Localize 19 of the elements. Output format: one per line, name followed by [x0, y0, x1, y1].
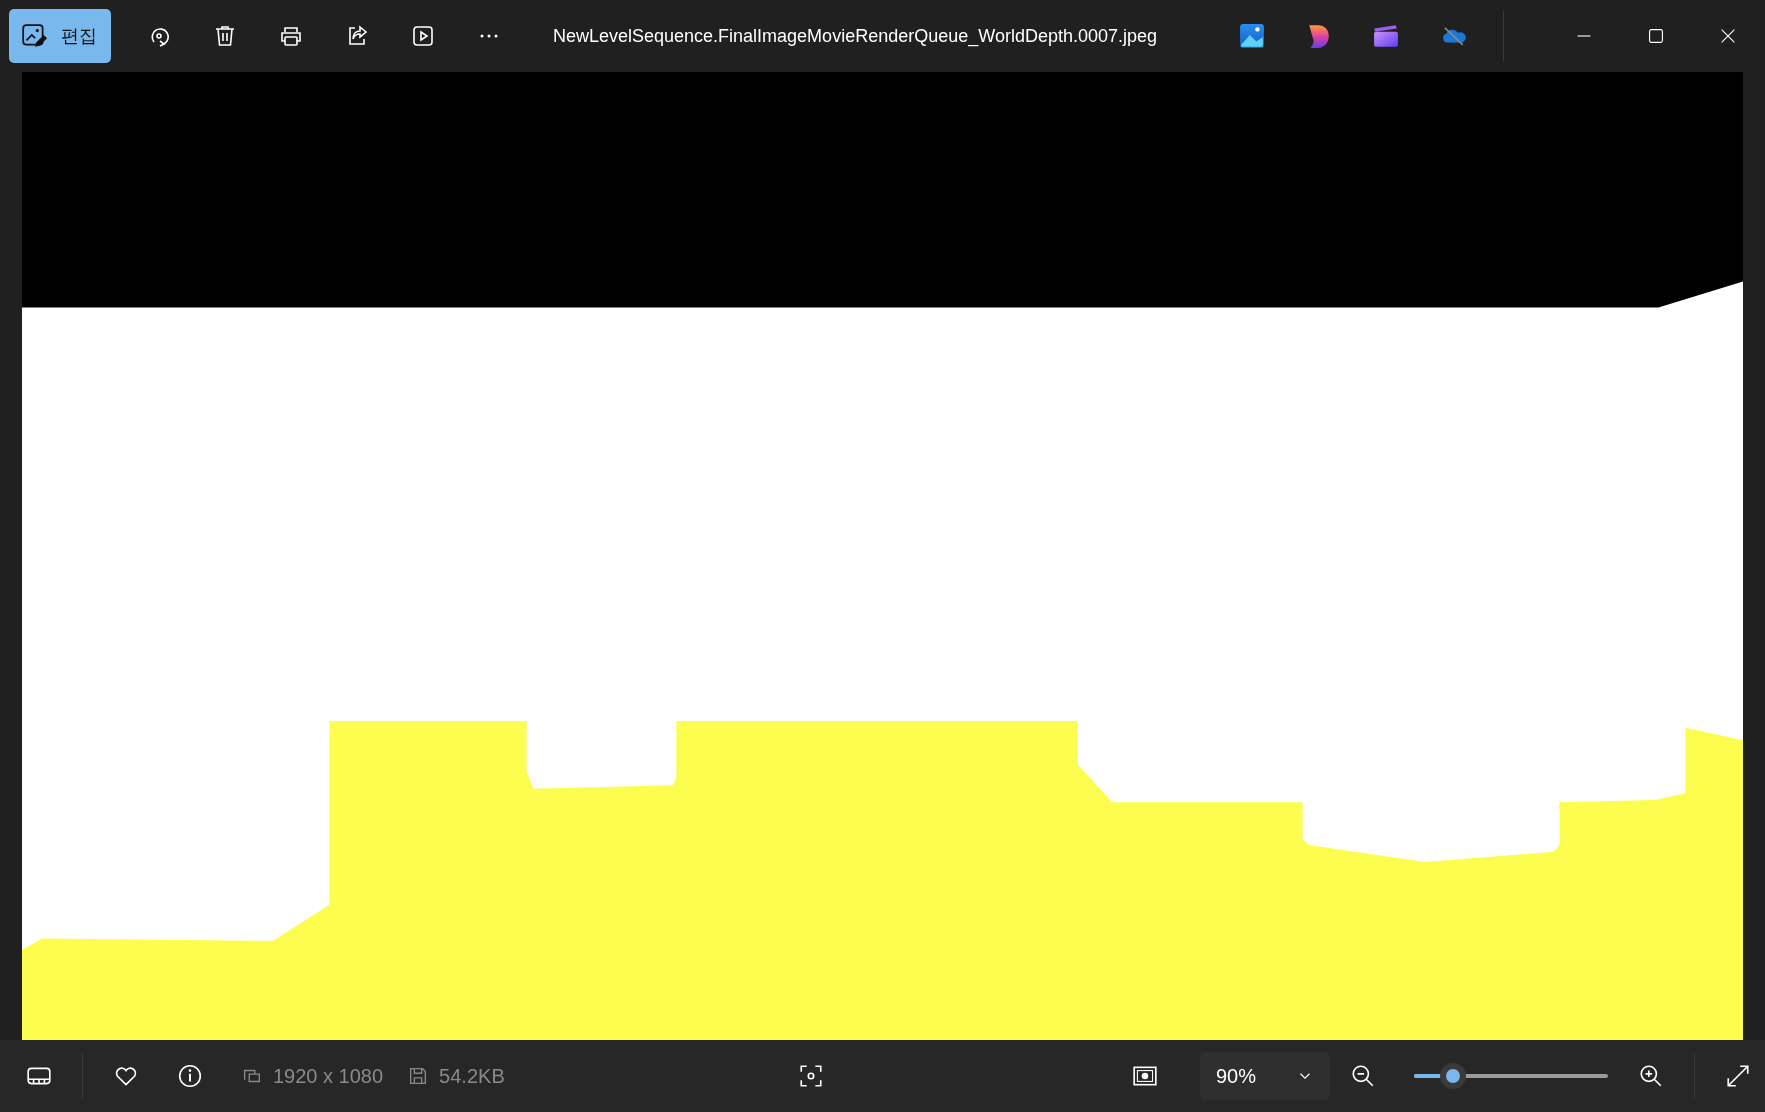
zoom-out-icon[interactable]	[1350, 1063, 1376, 1089]
slider-thumb[interactable]	[1440, 1063, 1467, 1089]
trash-icon[interactable]	[213, 24, 237, 48]
clapperboard-icon[interactable]	[1373, 23, 1399, 49]
slideshow-icon[interactable]	[411, 24, 435, 48]
photo-app-icon[interactable]	[1239, 23, 1265, 49]
zoom-in-icon[interactable]	[1638, 1063, 1664, 1089]
zoom-dropdown[interactable]: 90%	[1200, 1052, 1330, 1100]
window-title: NewLevelSequence.FinalImageMovieRenderQueue_WorldDepth.0007.jpeg	[551, 25, 1158, 47]
focus-icon[interactable]	[798, 1063, 825, 1089]
info-icon[interactable]	[177, 1063, 203, 1089]
fullscreen-icon[interactable]	[1725, 1063, 1751, 1089]
app-icon[interactable]	[1306, 23, 1332, 49]
file-size: 54.2KB	[439, 1064, 505, 1088]
printer-icon[interactable]	[279, 24, 303, 48]
zoom-slider[interactable]	[1414, 1063, 1608, 1089]
image-edit-icon	[21, 23, 47, 49]
image-dimensions: 1920 x 1080	[273, 1064, 384, 1088]
edit-button[interactable]: 편집	[9, 9, 111, 63]
